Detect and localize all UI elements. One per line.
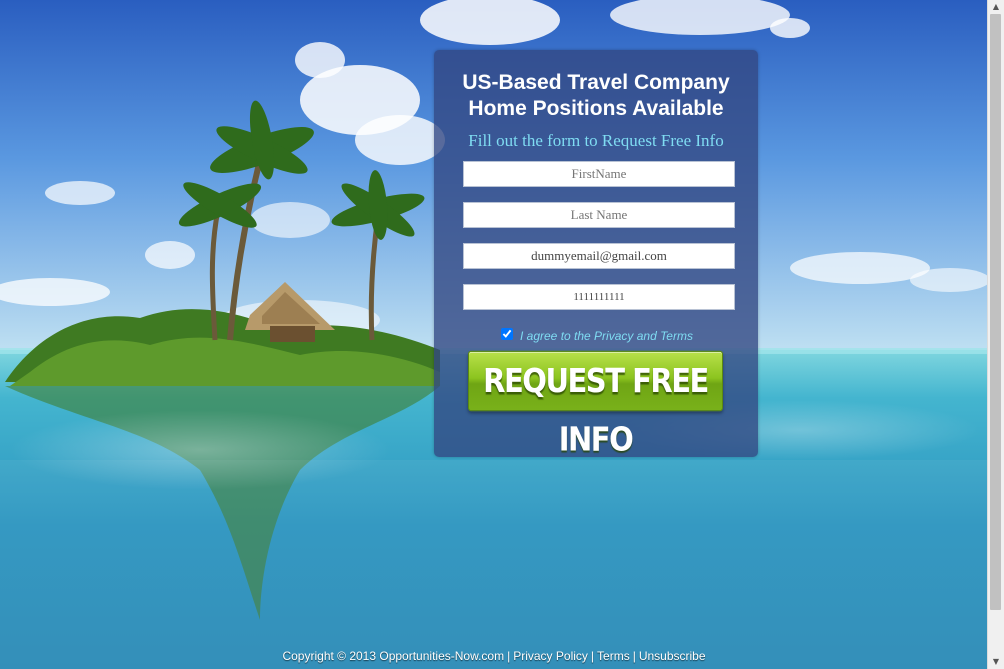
phone-input[interactable] xyxy=(463,284,735,310)
footer-separator: | xyxy=(590,649,595,663)
landing-page: US-Based Travel Company Home Positions A… xyxy=(0,0,1004,669)
agree-row: I agree to the Privacy and Terms xyxy=(434,327,758,345)
scroll-up-arrow-icon[interactable]: ▲ xyxy=(988,0,1004,14)
scrollbar-thumb[interactable] xyxy=(990,14,1001,610)
form-subheadline: Fill out the form to Request Free Info xyxy=(468,131,724,150)
footer-separator: | xyxy=(632,649,636,663)
scroll-down-arrow-icon[interactable]: ▼ xyxy=(988,655,1004,669)
agree-checkbox[interactable] xyxy=(501,328,513,340)
footer: Copyright © 2013 Opportunities-Now.com | P… xyxy=(0,648,988,664)
email-input[interactable] xyxy=(463,243,735,269)
copyright-text: Copyright © 2013 Opportunities-Now.com xyxy=(282,649,505,663)
unsubscribe-link[interactable]: Unsubscribe xyxy=(639,649,706,663)
footer-separator: | xyxy=(507,649,511,663)
headline-line-2: Home Positions Available xyxy=(468,97,724,120)
privacy-policy-link[interactable]: Privacy Policy xyxy=(513,649,588,663)
request-free-info-button[interactable]: REQUEST FREE INFO xyxy=(468,350,723,458)
last-name-input[interactable] xyxy=(463,202,735,228)
form-headline: US-Based Travel Company Home Positions A… xyxy=(434,70,758,122)
lead-form-panel: US-Based Travel Company Home Positions A… xyxy=(434,50,758,458)
page-scrollbar[interactable]: ▲ ▼ xyxy=(987,0,1004,669)
terms-link[interactable]: Terms xyxy=(597,649,630,663)
headline-line-1: US-Based Travel Company xyxy=(462,71,730,94)
agree-label: I agree to the Privacy and Terms xyxy=(520,329,693,343)
first-name-input[interactable] xyxy=(463,161,735,187)
